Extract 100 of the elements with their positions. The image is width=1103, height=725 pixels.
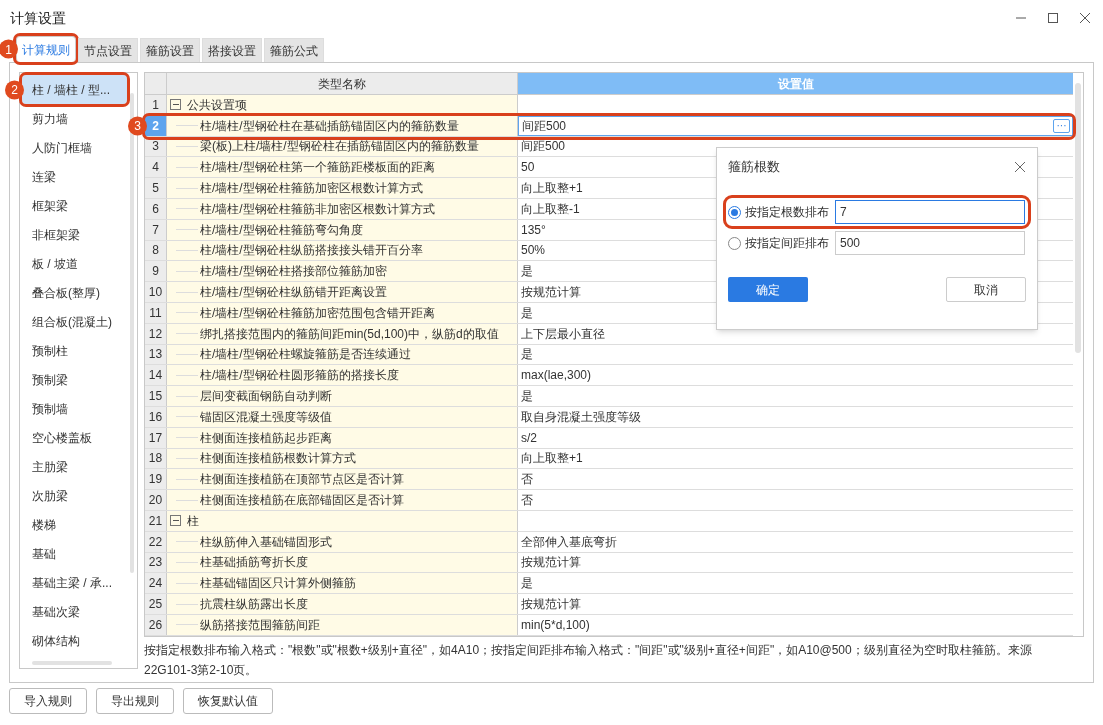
column-header: 类型名称	[167, 73, 518, 94]
setting-name: 柱/墙柱/型钢砼柱螺旋箍筋是否连续通过	[200, 346, 411, 364]
setting-value[interactable]: 向上取整+1	[521, 449, 583, 468]
column-header: 设置值	[518, 73, 1073, 94]
setting-name: 柱侧面连接植筋起步距离	[200, 429, 332, 447]
setting-value[interactable]: s/2	[521, 428, 537, 447]
radio-label: 按指定间距排布	[745, 235, 829, 252]
action-button[interactable]: 导入规则	[9, 688, 87, 714]
row-number: 2	[145, 115, 167, 136]
setting-name: 柱/墙柱/型钢砼柱纵筋搭接接头错开百分率	[200, 242, 423, 260]
sidebar-item[interactable]: 预制墙	[22, 394, 127, 423]
tab[interactable]: 箍筋设置	[140, 38, 200, 62]
setting-name: 柱/墙柱/型钢砼柱搭接部位箍筋加密	[200, 263, 387, 281]
group-name: 柱	[187, 512, 199, 530]
setting-name: 层间变截面钢筋自动判断	[200, 388, 332, 406]
row-number: 18	[145, 448, 167, 469]
sidebar-item[interactable]: 基础主梁 / 承...	[22, 568, 127, 597]
action-button[interactable]: 恢复默认值	[183, 688, 273, 714]
tab[interactable]: 节点设置	[78, 38, 138, 62]
sidebar-item[interactable]: 人防门框墙	[22, 133, 127, 162]
setting-value[interactable]: 是	[521, 345, 533, 364]
sidebar-item[interactable]: 基础次梁	[22, 597, 127, 626]
setting-name: 柱纵筋伸入基础锚固形式	[200, 533, 332, 551]
sidebar-item[interactable]: 板 / 坡道	[22, 249, 127, 278]
sidebar-item[interactable]: 楼梯	[22, 510, 127, 539]
sidebar-item[interactable]: 预制柱	[22, 336, 127, 365]
setting-name: 柱/墙柱/型钢砼柱箍筋非加密区根数计算方式	[200, 200, 435, 218]
sidebar-item[interactable]: 剪力墙	[22, 104, 127, 133]
sidebar-item[interactable]: 预制梁	[22, 365, 127, 394]
step-badge: 3	[128, 116, 147, 136]
setting-value[interactable]: 否	[521, 470, 533, 489]
sidebar-item[interactable]: 主肋梁	[22, 452, 127, 481]
setting-name: 柱侧面连接植筋在底部锚固区是否计算	[200, 492, 404, 510]
collapse-icon[interactable]	[170, 515, 181, 527]
group-name: 公共设置项	[187, 96, 247, 114]
input-field[interactable]: 7	[835, 200, 1025, 224]
row-number: 13	[145, 344, 167, 365]
row-number: 15	[145, 386, 167, 406]
setting-value[interactable]: 全部伸入基底弯折	[521, 532, 617, 551]
sidebar-item[interactable]: 砌体结构	[22, 626, 127, 655]
tab[interactable]: 箍筋公式	[264, 38, 324, 62]
setting-value[interactable]: 50	[521, 158, 535, 177]
sidebar-item[interactable]: 空心楼盖板	[22, 423, 127, 452]
row-number: 5	[145, 178, 167, 198]
row-number: 11	[145, 302, 167, 323]
setting-value[interactable]: 是	[521, 387, 533, 406]
setting-name: 柱侧面连接植筋在顶部节点区是否计算	[200, 471, 404, 489]
ok-button[interactable]: 确定	[728, 277, 808, 302]
setting-value[interactable]: 50%	[521, 241, 546, 260]
row-number: 19	[145, 469, 167, 490]
sidebar-item[interactable]: 叠合板(整厚)	[22, 278, 127, 307]
setting-value[interactable]: 向上取整-1	[521, 199, 580, 218]
step-badge: 1	[0, 39, 18, 59]
tab[interactable]: 计算规则	[16, 36, 76, 62]
dialog-title: 箍筋根数	[728, 158, 780, 177]
row-number: 8	[145, 240, 167, 261]
row-number: 26	[145, 614, 167, 635]
setting-value[interactable]: 取自身混凝土强度等级	[521, 407, 641, 426]
setting-value[interactable]: 上下层最小直径	[521, 324, 605, 343]
maximize-icon[interactable]	[1047, 12, 1059, 24]
setting-value[interactable]: 按规范计算	[521, 595, 581, 613]
setting-value[interactable]: 间距500	[521, 137, 566, 156]
setting-name: 柱侧面连接植筋根数计算方式	[200, 450, 356, 468]
setting-value[interactable]: 间距500	[522, 116, 567, 135]
sidebar-item[interactable]: 次肋梁	[22, 481, 127, 510]
setting-value[interactable]: 是	[521, 574, 533, 593]
close-icon[interactable]	[1079, 12, 1091, 24]
setting-value[interactable]: 是	[521, 262, 533, 281]
sidebar-item[interactable]: 框架梁	[22, 191, 127, 220]
setting-value[interactable]: 按规范计算	[521, 283, 581, 302]
row-number: 24	[145, 573, 167, 594]
setting-name: 梁(板)上柱/墙柱/型钢砼柱在插筋锚固区内的箍筋数量	[200, 138, 479, 156]
collapse-icon[interactable]	[170, 99, 181, 111]
row-number: 14	[145, 365, 167, 386]
row-number: 9	[145, 261, 167, 282]
sidebar-item[interactable]: 柱 / 墙柱 / 型...	[22, 75, 127, 104]
sidebar-item[interactable]: 连梁	[22, 162, 127, 191]
more-button[interactable]: ···	[1053, 118, 1070, 133]
input-field[interactable]: 500	[835, 231, 1025, 255]
close-icon[interactable]	[1014, 161, 1026, 173]
sidebar-item[interactable]: 基础	[22, 539, 127, 568]
action-button[interactable]: 导出规则	[96, 688, 174, 714]
hint-text: 按指定根数排布输入格式："根数"或"根数+级别+直径"，如4A10；按指定间距排布输入格式："间距"或"级别+直径+间距"，如A10@500；级别直径为空时取柱箍筋。来源22G101-3第2-10页。	[144, 641, 1033, 679]
setting-value[interactable]: 按规范计算	[521, 553, 581, 572]
setting-value[interactable]: 否	[521, 491, 533, 510]
tab[interactable]: 搭接设置	[202, 38, 262, 62]
setting-value[interactable]: max(lae,300)	[521, 366, 592, 385]
setting-name: 柱/墙柱/型钢砼柱在基础插筋锚固区内的箍筋数量	[200, 117, 459, 135]
setting-name: 绑扎搭接范围内的箍筋间距min(5d,100)中，纵筋d的取值	[200, 325, 499, 343]
row-number: 23	[145, 552, 167, 573]
setting-name: 柱/墙柱/型钢砼柱箍筋加密范围包含错开距离	[200, 304, 435, 322]
sidebar-item[interactable]: 组合板(混凝土)	[22, 307, 127, 336]
row-number: 17	[145, 427, 167, 448]
cancel-button[interactable]: 取消	[946, 277, 1026, 302]
row-number: 20	[145, 490, 167, 510]
sidebar-item[interactable]: 非框架梁	[22, 220, 127, 249]
setting-value[interactable]: 135°	[521, 220, 546, 239]
setting-value[interactable]: 是	[521, 303, 533, 322]
setting-value[interactable]: 向上取整+1	[521, 179, 583, 198]
setting-value[interactable]: min(5*d,100)	[521, 615, 590, 634]
